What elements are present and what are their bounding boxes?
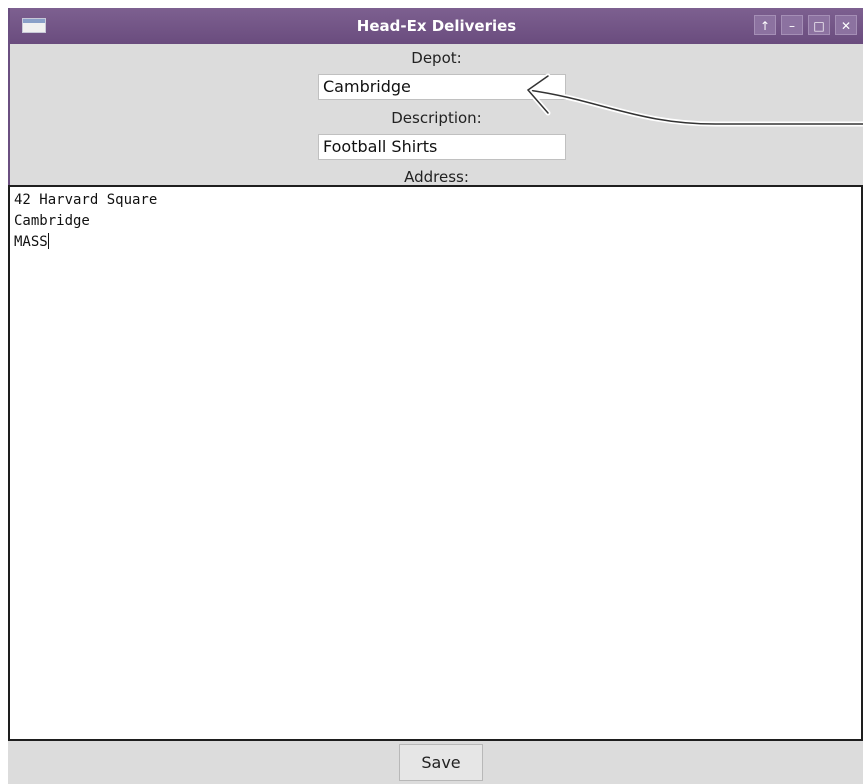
address-textarea[interactable]: 42 Harvard Square Cambridge MASS [8,185,863,741]
address-label: Address: [404,168,469,186]
text-cursor [47,233,49,249]
minimize-button[interactable]: – [781,15,803,35]
window-controls: ↑ – □ ✕ [754,15,857,35]
description-field[interactable]: Football Shirts [318,134,566,160]
depot-field[interactable]: Cambridge [318,74,566,100]
title-bar[interactable]: Head-Ex Deliveries ↑ – □ ✕ [10,8,863,44]
depot-label: Depot: [411,49,462,67]
button-bar: Save [8,741,863,784]
address-line-3: MASS [14,232,857,253]
maximize-button[interactable]: □ [808,15,830,35]
address-line-1: 42 Harvard Square [14,192,158,208]
keep-above-button[interactable]: ↑ [754,15,776,35]
address-line-2: Cambridge [14,213,90,229]
address-line-3-text: MASS [14,234,48,250]
window-title: Head-Ex Deliveries [356,17,517,35]
description-label: Description: [391,109,482,127]
close-button[interactable]: ✕ [835,15,857,35]
save-button[interactable]: Save [399,744,483,781]
